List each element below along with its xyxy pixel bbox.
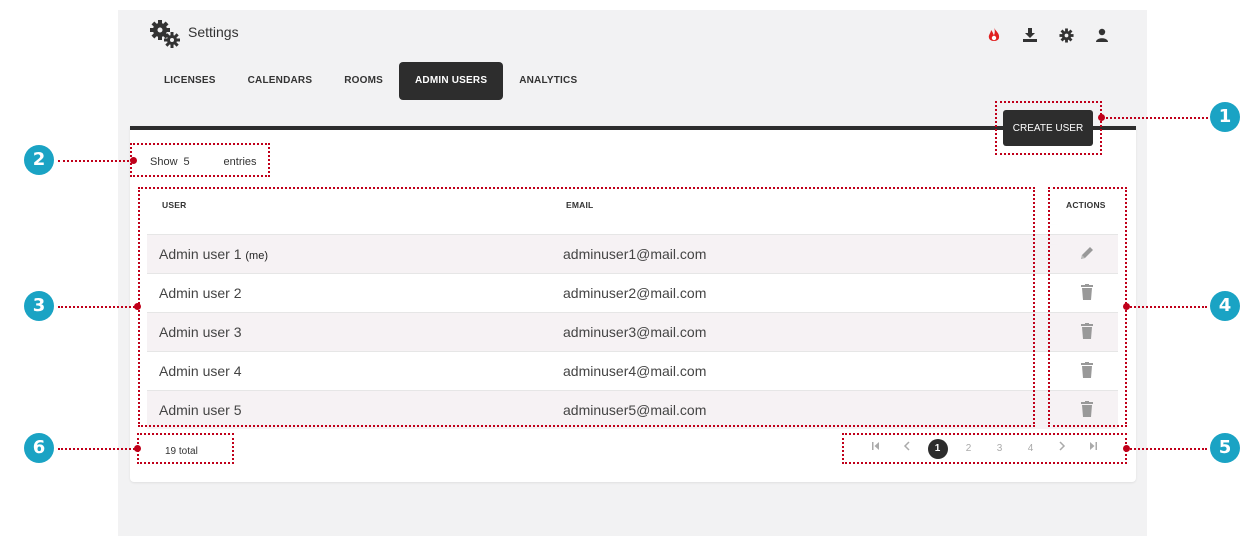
annotation-box-entries (130, 143, 270, 177)
annotation-anchor (1123, 303, 1130, 310)
callout-6: 6 (24, 433, 54, 463)
callout-1: 1 (1210, 102, 1240, 132)
tab-calendars[interactable]: CALENDARS (232, 62, 329, 100)
tab-admin-users[interactable]: ADMIN USERS (399, 62, 504, 100)
annotation-anchor (1098, 114, 1105, 121)
callout-2: 2 (24, 145, 54, 175)
download-icon[interactable] (1021, 26, 1039, 44)
settings-gears-icon (148, 18, 184, 50)
callout-5: 5 (1210, 433, 1240, 463)
annotation-leader (1127, 306, 1207, 308)
app-header: Settings (148, 18, 239, 50)
annotation-box-table (138, 187, 1035, 427)
tab-rooms[interactable]: ROOMS (328, 62, 399, 100)
annotation-box-total (137, 433, 234, 464)
callout-4: 4 (1210, 291, 1240, 321)
annotation-leader (58, 306, 138, 308)
annotation-anchor (134, 445, 141, 452)
annotation-anchor (130, 157, 137, 164)
app-title: Settings (188, 24, 239, 40)
flame-icon[interactable] (985, 26, 1003, 44)
annotation-box-actions (1048, 187, 1127, 427)
gear-icon[interactable] (1057, 26, 1075, 44)
tab-licenses[interactable]: LICENSES (148, 62, 232, 100)
annotation-leader (58, 160, 133, 162)
annotation-leader (1127, 448, 1207, 450)
annotation-box-create-user (995, 101, 1102, 155)
tab-analytics[interactable]: ANALYTICS (503, 62, 593, 100)
annotation-anchor (134, 303, 141, 310)
callout-3: 3 (24, 291, 54, 321)
annotation-leader (1102, 117, 1208, 119)
annotation-box-pagination (842, 433, 1127, 464)
user-icon[interactable] (1093, 26, 1111, 44)
tab-bar: LICENSES CALENDARS ROOMS ADMIN USERS ANA… (148, 62, 593, 100)
annotation-leader (58, 448, 138, 450)
top-toolbar (985, 26, 1111, 44)
annotation-anchor (1123, 445, 1130, 452)
